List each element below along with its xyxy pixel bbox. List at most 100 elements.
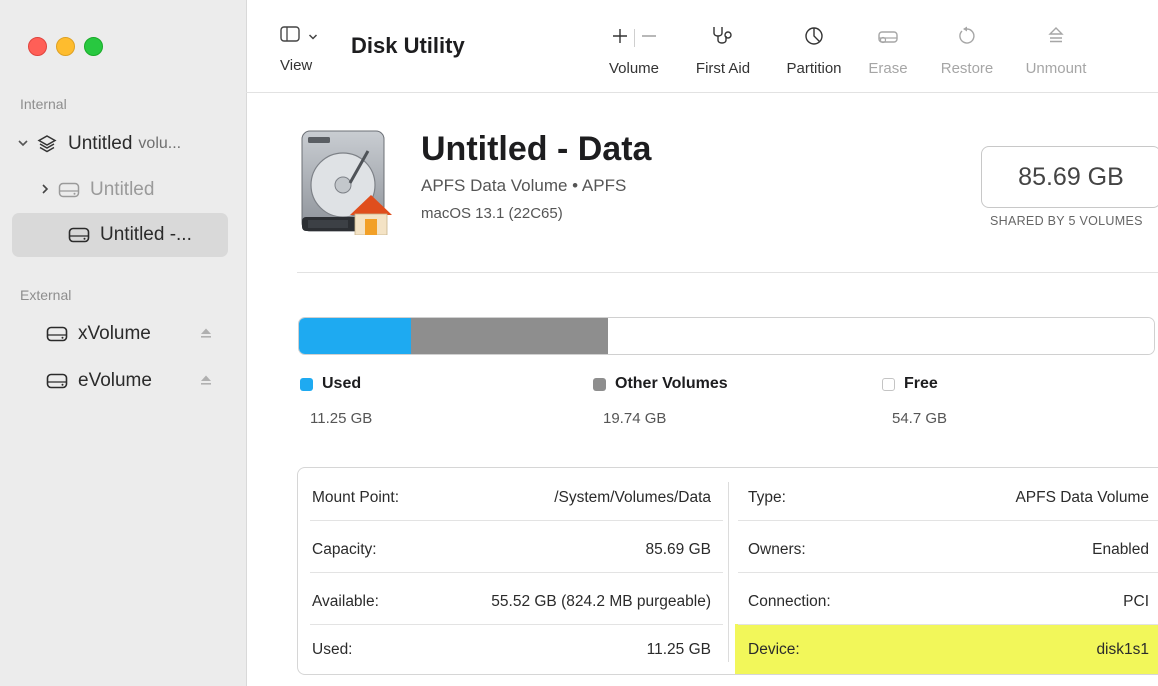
- zoom-button[interactable]: [84, 37, 103, 56]
- legend-label: Other Volumes: [615, 375, 728, 392]
- legend-other-volumes: Other Volumes 19.74 GB: [593, 375, 728, 427]
- toolbar-volume-button[interactable]: Volume: [602, 26, 666, 77]
- eject-icon: [1048, 26, 1064, 50]
- column-divider: [728, 482, 729, 662]
- sidebar-item-untitled[interactable]: Untitled: [12, 168, 228, 212]
- eraser-icon: [877, 27, 899, 49]
- info-value: 55.52 GB (824.2 MB purgeable): [491, 593, 711, 610]
- window-controls: [28, 37, 103, 56]
- sidebar-item-evolume[interactable]: eVolume: [12, 359, 228, 403]
- info-value: Enabled: [1092, 541, 1149, 558]
- toolbar-erase-button[interactable]: Erase: [866, 26, 910, 77]
- eject-icon[interactable]: [200, 326, 212, 342]
- minimize-button[interactable]: [56, 37, 75, 56]
- window-title: Disk Utility: [351, 33, 465, 58]
- plus-icon[interactable]: [612, 28, 628, 48]
- info-value: /System/Volumes/Data: [554, 489, 711, 506]
- separator: [633, 29, 635, 47]
- toolbar-label: First Aid: [695, 60, 751, 77]
- usage-segment-used: [299, 318, 412, 354]
- sidebar-item-label: Untitled: [68, 133, 133, 154]
- toolbar-restore-button[interactable]: Restore: [934, 26, 1000, 77]
- volume-type: APFS Data Volume • APFS: [421, 176, 627, 195]
- info-row-available: Available: 55.52 GB (824.2 MB purgeable): [298, 576, 723, 628]
- info-key: Owners:: [748, 541, 806, 558]
- info-row-owners: Owners: Enabled: [734, 524, 1158, 576]
- usage-segment-free: [608, 318, 1154, 354]
- info-row-connection: Connection: PCI: [734, 576, 1158, 628]
- usage-bar: [298, 317, 1155, 355]
- toolbar-label: Partition: [786, 60, 842, 77]
- sidebar-item-untitled-container[interactable]: Untitled volu...: [12, 122, 228, 166]
- info-value: PCI: [1123, 593, 1149, 610]
- info-row-mount-point: Mount Point: /System/Volumes/Data: [298, 472, 723, 524]
- minus-icon[interactable]: [641, 28, 657, 48]
- legend-free: Free 54.7 GB: [882, 375, 947, 427]
- info-value: 11.25 GB: [646, 641, 711, 658]
- toolbar-label: Restore: [940, 60, 994, 77]
- sidebar: Internal Untitled volu... Untitled Untit…: [0, 0, 247, 686]
- chevron-down-icon: [308, 28, 318, 46]
- info-value: disk1s1: [1096, 641, 1149, 658]
- info-key: Capacity:: [312, 541, 377, 558]
- disk-icon: [56, 180, 82, 200]
- toolbar-partition-button[interactable]: Partition: [776, 26, 852, 77]
- legend-used: Used 11.25 GB: [300, 375, 372, 427]
- info-key: Available:: [312, 593, 379, 610]
- layers-icon: [34, 134, 60, 154]
- used-swatch: [300, 377, 313, 391]
- sidebar-item-label: Untitled: [90, 179, 155, 200]
- legend-label: Free: [904, 375, 938, 392]
- info-value: APFS Data Volume: [1015, 489, 1149, 506]
- capacity-value: 85.69 GB: [1018, 162, 1124, 191]
- sidebar-toggle-icon: [280, 26, 300, 47]
- sidebar-item-xvolume[interactable]: xVolume: [12, 312, 228, 356]
- chevron-right-icon[interactable]: [34, 182, 56, 199]
- sidebar-item-label: Untitled -...: [100, 224, 192, 245]
- pie-chart-icon: [804, 26, 824, 50]
- close-button[interactable]: [28, 37, 47, 56]
- restore-icon: [958, 26, 976, 50]
- sidebar-item-untitled-data[interactable]: Untitled -...: [12, 213, 228, 257]
- legend-value: 54.7 GB: [892, 410, 948, 427]
- sidebar-item-label: eVolume: [78, 370, 152, 391]
- divider: [297, 272, 1158, 273]
- info-key: Connection:: [748, 593, 831, 610]
- info-key: Type:: [748, 489, 786, 506]
- legend-value: 11.25 GB: [310, 410, 373, 427]
- legend-label: Used: [322, 375, 362, 392]
- info-row-device: Device: disk1s1: [734, 624, 1158, 674]
- toolbar-label: Volume: [608, 60, 660, 77]
- toolbar: View Disk Utility Volume First Aid Parti…: [246, 0, 1158, 93]
- toolbar-unmount-button[interactable]: Unmount: [1018, 26, 1094, 77]
- capacity-box: 85.69 GB: [981, 146, 1158, 208]
- info-row-type: Type: APFS Data Volume: [734, 472, 1158, 524]
- toolbar-first-aid-button[interactable]: First Aid: [686, 26, 760, 77]
- info-key: Device:: [748, 641, 800, 658]
- disk-icon: [44, 371, 70, 391]
- info-value: 85.69 GB: [645, 541, 712, 558]
- info-table: Mount Point: /System/Volumes/Data Capaci…: [297, 467, 1158, 675]
- disk-icon: [66, 225, 92, 245]
- other-volumes-swatch: [593, 377, 606, 391]
- stethoscope-icon: [710, 25, 736, 51]
- toolbar-label: Erase: [868, 60, 908, 77]
- volume-os-version: macOS 13.1 (22C65): [421, 205, 563, 222]
- sidebar-item-suffix: volu...: [138, 135, 182, 152]
- sidebar-item-label: xVolume: [78, 323, 151, 344]
- info-row-capacity: Capacity: 85.69 GB: [298, 524, 723, 576]
- free-swatch: [882, 377, 895, 391]
- view-button[interactable]: View: [280, 26, 330, 74]
- info-key: Used:: [312, 641, 353, 658]
- section-label-external: External: [20, 287, 72, 303]
- chevron-down-icon[interactable]: [12, 136, 34, 153]
- info-row-used: Used: 11.25 GB: [298, 624, 723, 674]
- legend-value: 19.74 GB: [603, 410, 667, 427]
- usage-segment-other-volumes: [411, 318, 609, 354]
- volume-name: Untitled - Data: [421, 130, 652, 168]
- disk-icon: [44, 324, 70, 344]
- view-label: View: [280, 57, 313, 74]
- capacity-caption: SHARED BY 5 VOLUMES: [990, 214, 1143, 228]
- eject-icon[interactable]: [200, 373, 212, 389]
- toolbar-label: Unmount: [1025, 60, 1087, 77]
